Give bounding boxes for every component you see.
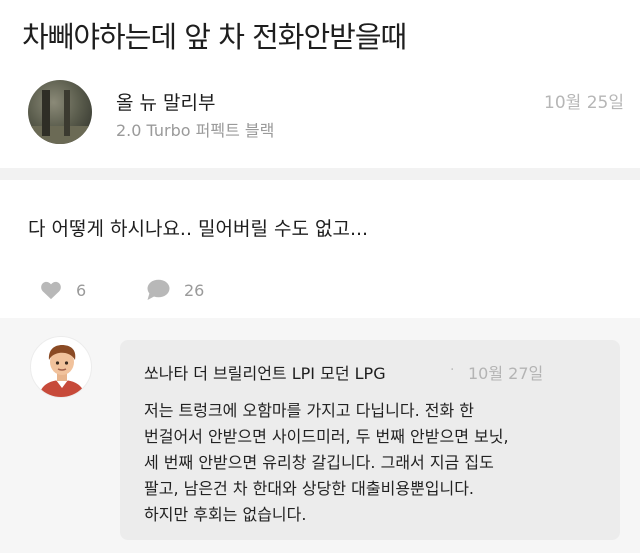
like-button[interactable]: 6	[40, 278, 86, 302]
comment-button[interactable]: 26	[146, 278, 204, 302]
comment-date: 10월 27일	[468, 364, 544, 383]
comment-line: 팔고, 남은건 차 한대와 상당한 대출비용뿐입니다.	[144, 479, 475, 498]
comment-body: 저는 트렁크에 오함마를 가지고 다닙니다. 전화 한 번걸어서 안받으면 사이…	[144, 398, 604, 528]
comment-author-name[interactable]: 쏘나타 더 브릴리언트 LPI 모던 LPG	[144, 360, 386, 384]
comment-meta-separator: ·	[450, 362, 455, 378]
speech-bubble-icon	[146, 279, 170, 301]
commenter-avatar[interactable]	[30, 336, 92, 398]
post-title: 차빼야하는데 앞 차 전화안받을때	[22, 20, 407, 54]
author-car-model: 2.0 Turbo 퍼펙트 블랙	[116, 121, 275, 140]
comment-line: 하지만 후회는 없습니다.	[144, 505, 307, 524]
post-author-row: 올 뉴 말리부 2.0 Turbo 퍼펙트 블랙 10월 25일	[28, 80, 628, 150]
comment-line: 번걸어서 안받으면 사이드미러, 두 번째 안받으면 보닛,	[144, 427, 509, 446]
author-name[interactable]: 올 뉴 말리부	[116, 88, 215, 115]
section-divider	[0, 168, 640, 180]
comment-line: 세 번째 안받으면 유리창 갈깁니다. 그래서 지금 집도	[144, 453, 494, 472]
comment-line: 저는 트렁크에 오함마를 가지고 다닙니다. 전화 한	[144, 401, 475, 420]
comment-count: 26	[184, 280, 205, 300]
post-body: 다 어떻게 하시나요.. 밀어버릴 수도 없고...	[28, 218, 369, 240]
post-date: 10월 25일	[544, 93, 624, 113]
like-count: 6	[76, 280, 87, 300]
heart-icon	[40, 280, 62, 300]
author-avatar[interactable]	[28, 80, 92, 144]
